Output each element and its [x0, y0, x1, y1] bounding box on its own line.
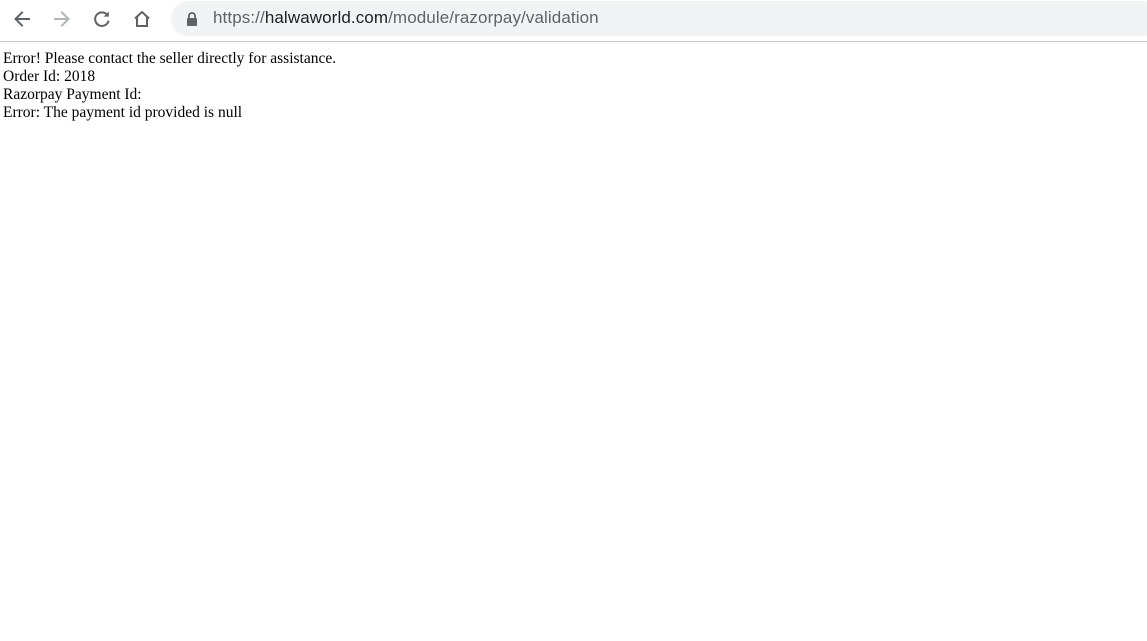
- payment-id-line: Razorpay Payment Id:: [3, 86, 142, 103]
- url-host: halwaworld.com: [264, 8, 389, 27]
- order-id-line: Order Id: 2018: [3, 68, 96, 85]
- address-bar[interactable]: https://halwaworld.com/module/razorpay/v…: [171, 1, 1147, 36]
- error-message: Error! Please contact the seller directl…: [3, 50, 337, 67]
- url-text[interactable]: https://halwaworld.com/module/razorpay/v…: [213, 8, 599, 28]
- back-button[interactable]: [7, 4, 37, 34]
- browser-toolbar: https://halwaworld.com/module/razorpay/v…: [0, 0, 1147, 42]
- reload-button[interactable]: [87, 4, 117, 34]
- home-button[interactable]: [127, 4, 157, 34]
- lock-icon: [187, 12, 197, 26]
- arrow-right-icon: [54, 11, 70, 27]
- forward-button[interactable]: [47, 4, 77, 34]
- arrow-left-icon: [14, 11, 30, 27]
- reload-icon: [94, 11, 110, 27]
- error-detail: Error: The payment id provided is null: [3, 104, 243, 121]
- url-scheme: https://: [213, 8, 265, 27]
- page-content: Error! Please contact the seller directl…: [3, 50, 336, 122]
- url-path: /module/razorpay/validation: [388, 8, 599, 27]
- home-icon: [134, 10, 150, 27]
